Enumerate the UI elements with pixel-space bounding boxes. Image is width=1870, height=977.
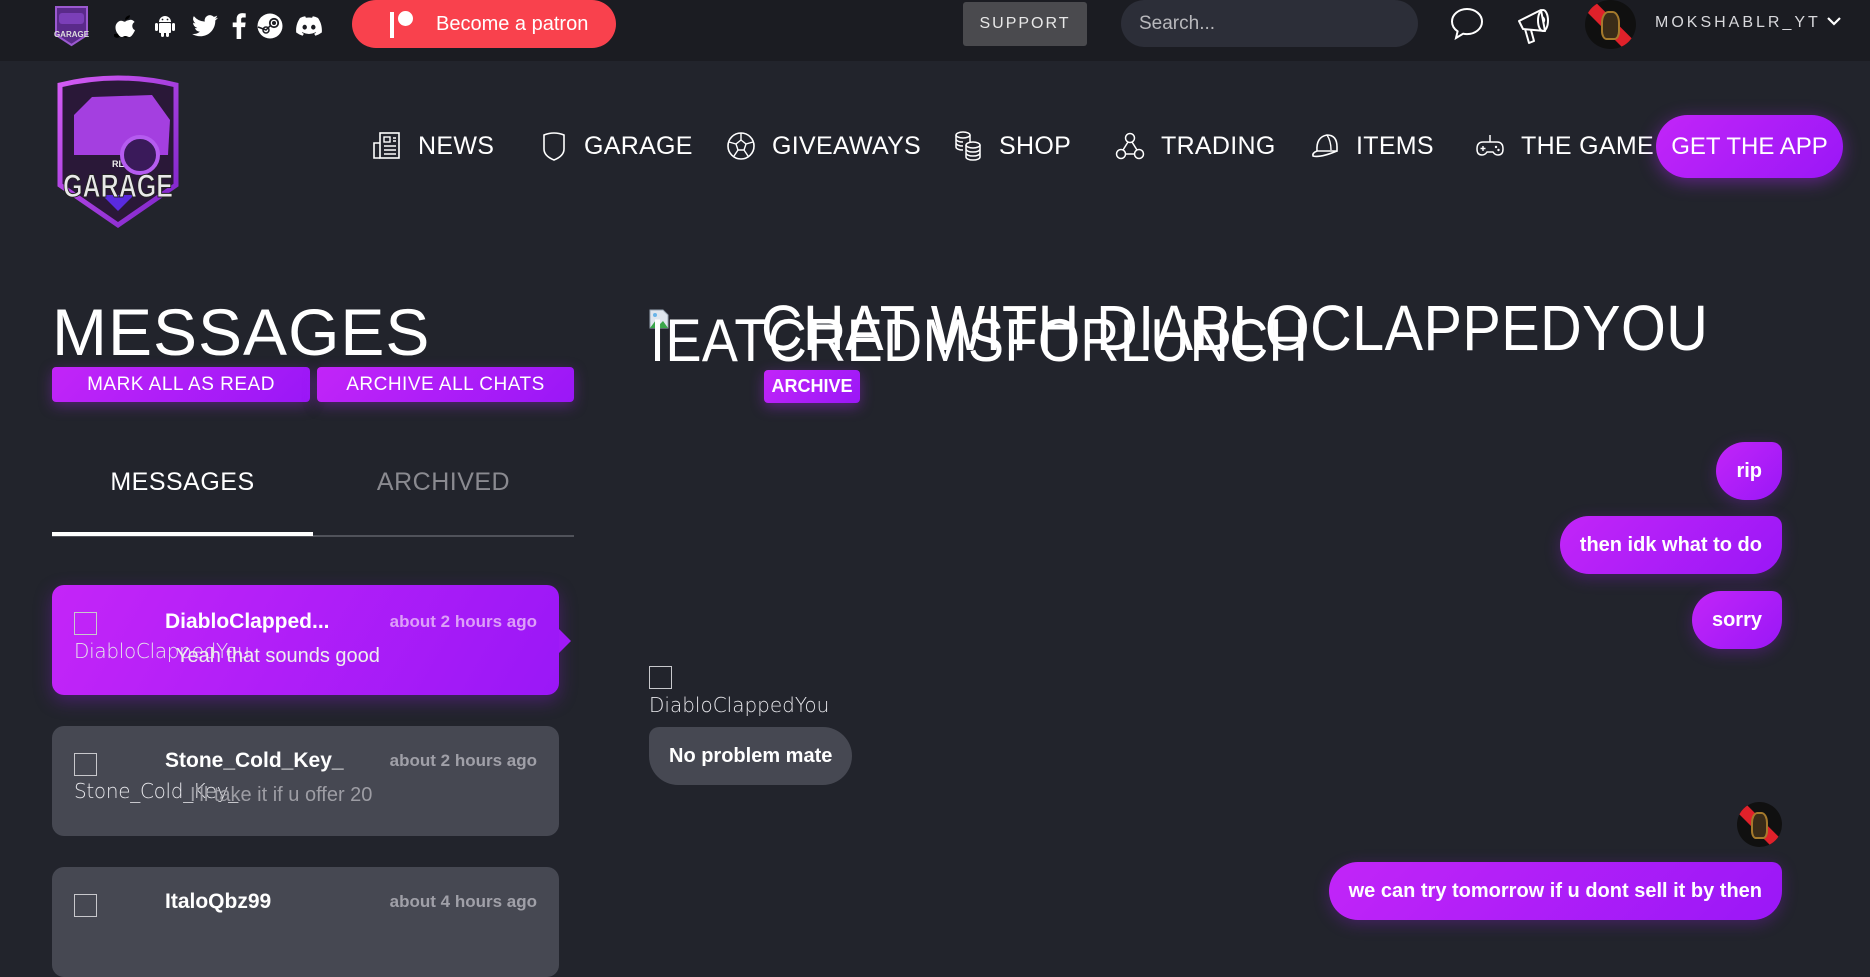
conversation-avatar-broken — [74, 894, 97, 917]
username-label[interactable]: MOKSHABLR_YT — [1655, 14, 1821, 32]
nav-label: ITEMS — [1356, 131, 1434, 160]
nav-giveaways[interactable]: GIVEAWAYS — [726, 128, 921, 164]
conversation-time: about 2 hours ago — [389, 751, 537, 770]
apple-icon[interactable] — [112, 13, 138, 39]
small-logo-icon[interactable]: GARAGE — [53, 3, 90, 47]
conversation-time: about 4 hours ago — [389, 892, 537, 911]
tab-messages[interactable]: MESSAGES — [52, 468, 313, 497]
cap-icon — [1312, 134, 1338, 158]
nav-shop[interactable]: SHOP — [953, 128, 1071, 164]
patreon-icon — [390, 11, 414, 38]
nav-label: NEWS — [418, 131, 495, 160]
nav-garage[interactable]: GARAGE — [540, 128, 693, 164]
chat-bubble-icon[interactable] — [1448, 5, 1486, 48]
conversation-name: ItaloQbz99 — [165, 890, 272, 913]
conversation-item[interactable]: Stone_Cold_Key_ Stone_Cold_Key_ about 2 … — [52, 726, 559, 836]
tab-archived[interactable]: ARCHIVED — [313, 468, 574, 497]
gamepad-icon — [1476, 135, 1504, 156]
coins-icon — [955, 131, 981, 161]
conversation-preview: Yeah that sounds good — [176, 645, 380, 667]
discord-icon[interactable] — [296, 13, 322, 39]
svg-text:GARAGE: GARAGE — [54, 30, 90, 39]
become-patron-button[interactable]: Become a patron — [352, 0, 616, 48]
my-message-bubble: rip — [1716, 442, 1782, 500]
mark-all-read-button[interactable]: MARK ALL AS READ — [52, 367, 310, 402]
search-input[interactable] — [1121, 0, 1418, 47]
active-pointer — [559, 629, 571, 653]
nav-label: THE GAME — [1521, 131, 1654, 160]
nav-label: SHOP — [999, 131, 1072, 160]
ball-icon — [727, 132, 755, 160]
chevron-down-icon[interactable] — [1826, 14, 1842, 32]
nodes-icon — [1115, 132, 1145, 160]
megaphone-icon[interactable] — [1515, 5, 1555, 50]
nav-the-game[interactable]: THE GAME — [1475, 128, 1654, 164]
conversation-item[interactable]: ItaloQbz99 about 4 hours ago — [52, 867, 559, 977]
nav-label: TRADING — [1161, 131, 1276, 160]
shield-icon — [543, 132, 565, 161]
conversation-name: DiabloClapped... — [165, 610, 330, 633]
svg-text:GARAGE: GARAGE — [63, 168, 173, 204]
messages-title: MESSAGES — [52, 295, 431, 369]
android-icon[interactable] — [152, 13, 178, 39]
my-message-bubble: then idk what to do — [1559, 516, 1782, 574]
rl-garage-logo[interactable]: RL GARAGE — [52, 75, 184, 229]
conversation-preview: I'll take it if u offer 20 — [190, 784, 373, 806]
support-button[interactable]: SUPPORT — [963, 2, 1087, 46]
newspaper-icon — [373, 132, 400, 159]
get-the-app-button[interactable]: GET THE APP — [1656, 115, 1843, 178]
conversation-time: about 2 hours ago — [389, 612, 537, 631]
partner-name: DiabloClappedYou — [649, 693, 830, 717]
chat-title: CHAT WITH DIABLOCLAPPEDYOU — [761, 292, 1709, 364]
my-message-bubble: we can try tomorrow if u dont sell it by… — [1328, 862, 1782, 920]
steam-icon[interactable] — [257, 13, 283, 39]
twitter-icon[interactable] — [192, 13, 218, 39]
nav-trading[interactable]: TRADING — [1115, 128, 1276, 164]
conversation-item[interactable]: DiabloClappedYou DiabloClapped... about … — [52, 585, 571, 695]
facebook-icon[interactable] — [226, 13, 252, 39]
tab-active-indicator — [52, 532, 313, 536]
partner-avatar-broken — [649, 666, 672, 689]
archive-chat-button[interactable]: ARCHIVE — [764, 370, 860, 403]
nav-items[interactable]: ITEMS — [1310, 128, 1434, 164]
patreon-label: Become a patron — [436, 12, 589, 35]
nav-label: GARAGE — [584, 131, 693, 160]
my-avatar — [1737, 802, 1782, 847]
user-avatar[interactable] — [1585, 0, 1636, 49]
my-message-bubble: sorry — [1691, 591, 1782, 649]
conversation-avatar-broken — [74, 753, 97, 776]
conversation-avatar-broken — [74, 612, 97, 635]
nav-label: GIVEAWAYS — [772, 131, 922, 160]
their-message-bubble: No problem mate — [649, 727, 853, 785]
archive-all-chats-button[interactable]: ARCHIVE ALL CHATS — [317, 367, 574, 402]
conversation-name: Stone_Cold_Key_ — [165, 749, 344, 772]
nav-news[interactable]: NEWS — [372, 128, 494, 164]
